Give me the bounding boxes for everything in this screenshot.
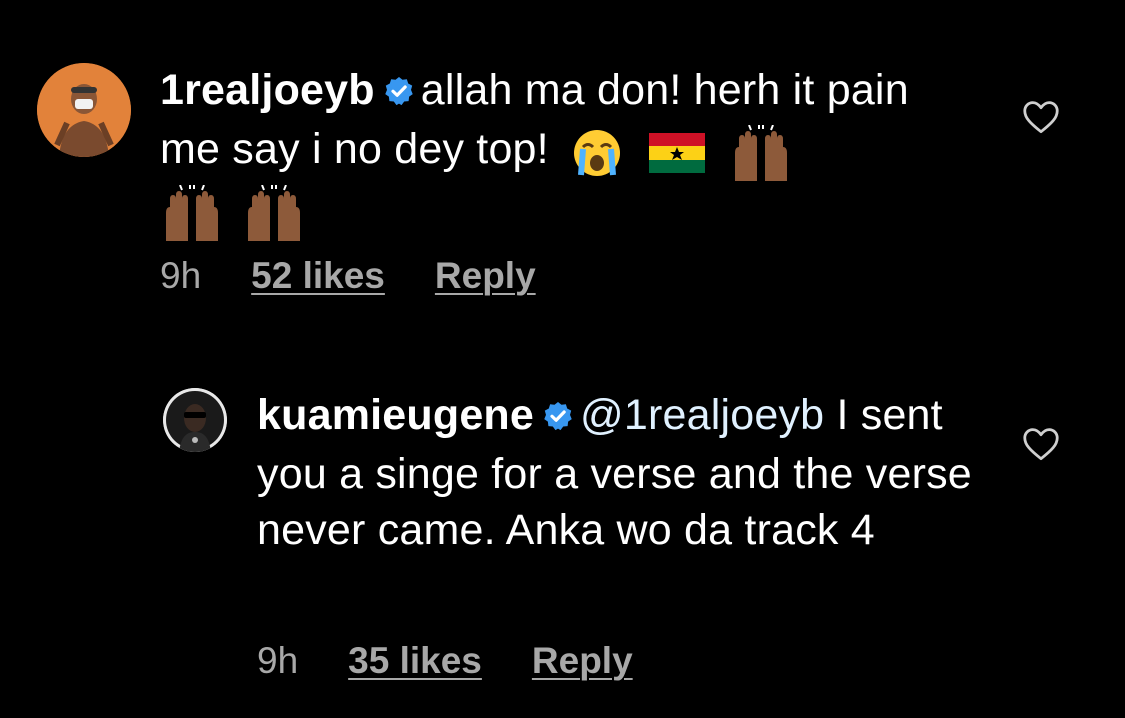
reply-button[interactable]: Reply: [532, 640, 633, 682]
comment-time: 9h: [257, 640, 299, 681]
loudly-crying-face-icon: [573, 129, 620, 176]
comment-meta-2: 9h 35 likes Reply: [257, 640, 633, 682]
comment-body-2: kuamieugene @1realjoeyb I sent you a sing…: [257, 387, 977, 558]
comment-meta-1: 9h 52 likes Reply: [160, 255, 536, 297]
comment-1realjoeyb: 1realjoeyb allah ma don! herh it pain me …: [0, 0, 1125, 320]
emoji-row: [561, 122, 793, 181]
verified-badge-icon: [383, 65, 415, 121]
comment-time: 9h: [160, 255, 202, 296]
comment-body-1: 1realjoeyb allah ma don! herh it pain me …: [160, 62, 940, 241]
raising-hands-icon: [248, 184, 301, 241]
emoji-row-2: [160, 182, 306, 241]
reply-button[interactable]: Reply: [435, 255, 536, 297]
likes-count-link[interactable]: 52 likes: [251, 255, 385, 297]
username[interactable]: 1realjoeyb: [160, 66, 375, 114]
heart-outline-icon[interactable]: [1022, 100, 1060, 139]
heart-outline-icon[interactable]: [1022, 427, 1060, 466]
flag-ghana-icon: [649, 132, 706, 173]
username[interactable]: kuamieugene: [257, 391, 534, 439]
raising-hands-icon: [735, 124, 788, 181]
avatar-1realjoeyb[interactable]: [37, 63, 131, 157]
mention-link[interactable]: @1realjoeyb: [580, 391, 824, 439]
raising-hands-icon: [166, 184, 218, 241]
verified-badge-icon: [542, 390, 574, 446]
comment-kuamieugene: kuamieugene @1realjoeyb I sent you a sing…: [0, 360, 1125, 718]
avatar-kuamieugene[interactable]: [163, 388, 227, 452]
likes-count-link[interactable]: 35 likes: [348, 640, 482, 682]
